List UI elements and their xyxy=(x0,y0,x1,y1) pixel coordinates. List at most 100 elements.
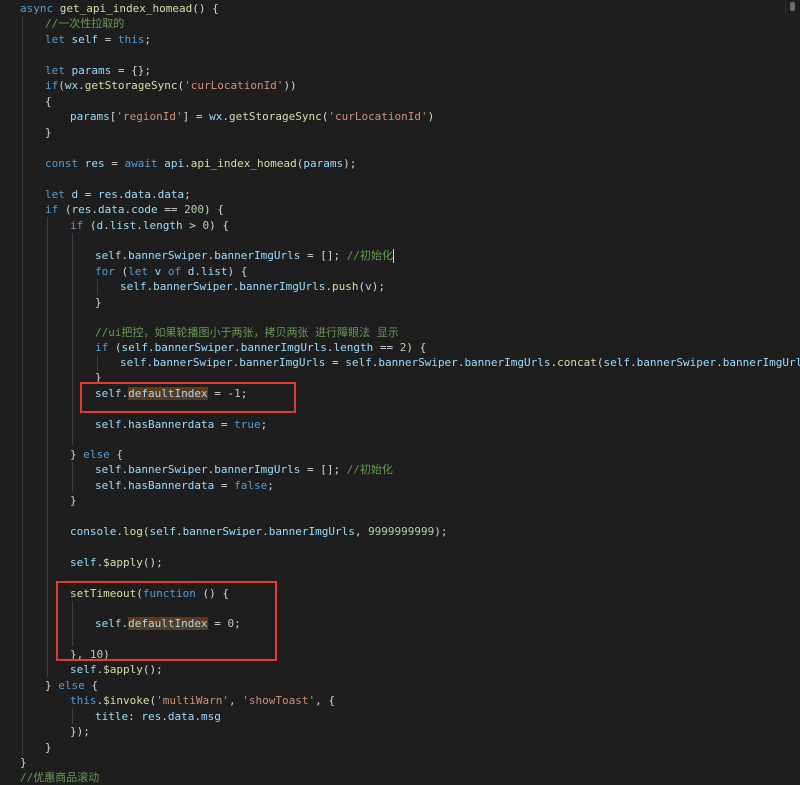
code-line: let params = {}; xyxy=(45,63,151,78)
code-token: . xyxy=(184,157,191,170)
code-token: = xyxy=(104,157,125,170)
code-token: hasBannerdata xyxy=(128,479,215,492)
code-token: data xyxy=(157,188,185,201)
code-token: bannerSwiper xyxy=(378,356,458,369)
code-token: else xyxy=(58,679,92,692)
code-token: let xyxy=(45,33,72,46)
code-token: wx xyxy=(209,110,223,123)
code-token: await xyxy=(124,157,165,170)
indent-guide xyxy=(22,16,23,756)
code-token: = xyxy=(98,33,118,46)
code-token: bannerSwiper xyxy=(128,463,208,476)
code-token: ) { xyxy=(406,341,427,354)
code-token: console xyxy=(70,525,117,538)
code-token: //初始化 xyxy=(346,249,393,262)
code-token: bannerImgUrls xyxy=(239,280,326,293)
code-token: if xyxy=(70,219,90,232)
code-token: } xyxy=(20,756,27,769)
code-token: of xyxy=(161,265,188,278)
code-line: self.$apply(); xyxy=(70,662,163,677)
code-token: params xyxy=(303,157,344,170)
code-token: . xyxy=(175,525,183,538)
code-token: self xyxy=(70,556,97,569)
code-token: v xyxy=(365,280,372,293)
indent-guide xyxy=(72,708,73,724)
code-token: bannerSwiper xyxy=(154,341,235,354)
code-token: }); xyxy=(70,725,90,738)
code-line: //一次性拉取的 xyxy=(45,16,124,31)
code-token: . xyxy=(630,356,637,369)
code-line: } xyxy=(45,125,52,140)
code-token: $invoke xyxy=(103,694,150,707)
code-line: self.bannerSwiper.bannerImgUrls = []; //… xyxy=(95,462,393,477)
code-token: code xyxy=(131,203,158,216)
indent-guide xyxy=(97,279,98,295)
code-token: self xyxy=(121,341,149,354)
code-token: : xyxy=(128,710,142,723)
code-token: . xyxy=(222,110,229,123)
code-token: bannerImgUrls xyxy=(214,463,301,476)
code-token: } xyxy=(70,448,84,461)
code-token: wx xyxy=(64,79,79,92)
code-token: ] = xyxy=(182,110,210,123)
code-token: res xyxy=(71,203,92,216)
code-token: bannerSwiper xyxy=(128,249,208,262)
code-line: title: res.data.msg xyxy=(95,709,221,724)
code-line: if (self.bannerSwiper.bannerImgUrls.leng… xyxy=(95,340,426,355)
code-token: ( xyxy=(596,356,604,369)
code-token: > xyxy=(182,219,203,232)
code-token: data xyxy=(124,188,152,201)
code-token: let xyxy=(45,188,72,201)
code-token: data xyxy=(98,203,125,216)
code-token: res xyxy=(98,188,118,201)
code-token: 'curLocationId' xyxy=(184,79,284,92)
code-token: push xyxy=(331,280,359,293)
code-token: ; xyxy=(267,479,274,492)
code-token: bannerImgUrls xyxy=(464,356,551,369)
code-token: list xyxy=(109,219,137,232)
code-token: . xyxy=(91,203,98,216)
code-line: } xyxy=(45,740,52,755)
code-token: } xyxy=(95,296,102,309)
code-token: self xyxy=(120,280,147,293)
code-line: { xyxy=(45,94,52,109)
scrollbar-thumb[interactable] xyxy=(785,0,800,14)
code-token: ); xyxy=(434,525,448,538)
code-token: self xyxy=(70,663,97,676)
code-token: . xyxy=(151,188,158,201)
code-line: }); xyxy=(70,724,90,739)
code-token: = xyxy=(325,356,346,369)
code-token: false xyxy=(234,479,268,492)
code-token: self xyxy=(345,356,372,369)
indent-guide xyxy=(97,355,98,371)
code-token: . xyxy=(194,265,201,278)
code-token: let xyxy=(45,64,72,77)
code-token: length xyxy=(333,341,374,354)
code-token: = xyxy=(214,418,235,431)
code-token: ); xyxy=(343,157,357,170)
code-token: . xyxy=(117,188,125,201)
code-line: if (res.data.code == 200) { xyxy=(45,202,224,217)
code-token: ; xyxy=(260,418,268,431)
code-line: const res = await api.api_index_homead(p… xyxy=(45,156,356,171)
code-token: ( xyxy=(114,341,122,354)
code-editor[interactable]: async get_api_index_homead() {//一次性拉取的 le… xyxy=(0,0,800,784)
code-token: 200 xyxy=(184,203,204,216)
code-token: self xyxy=(603,356,631,369)
code-token: = xyxy=(78,188,98,201)
code-line: for (let v of d.list) { xyxy=(95,264,247,279)
code-line: //ui把控，如果轮播图小于两张，拷贝两张 进行障眼法 显示 xyxy=(95,325,399,340)
code-token: } xyxy=(70,494,77,507)
code-token: == xyxy=(373,341,400,354)
code-token: bannerImgUrls xyxy=(214,249,301,262)
code-token: $apply xyxy=(103,556,143,569)
code-token: } xyxy=(45,679,59,692)
code-token: . xyxy=(148,341,155,354)
code-token: () { xyxy=(192,2,219,15)
code-token: list xyxy=(201,265,228,278)
code-line: } else { xyxy=(45,678,98,693)
code-token: get_api_index_homead xyxy=(59,2,193,15)
code-line: self.bannerSwiper.bannerImgUrls = []; //… xyxy=(95,248,394,263)
code-token: 'showToast' xyxy=(242,694,316,707)
annotation-box-default-index xyxy=(80,382,296,413)
